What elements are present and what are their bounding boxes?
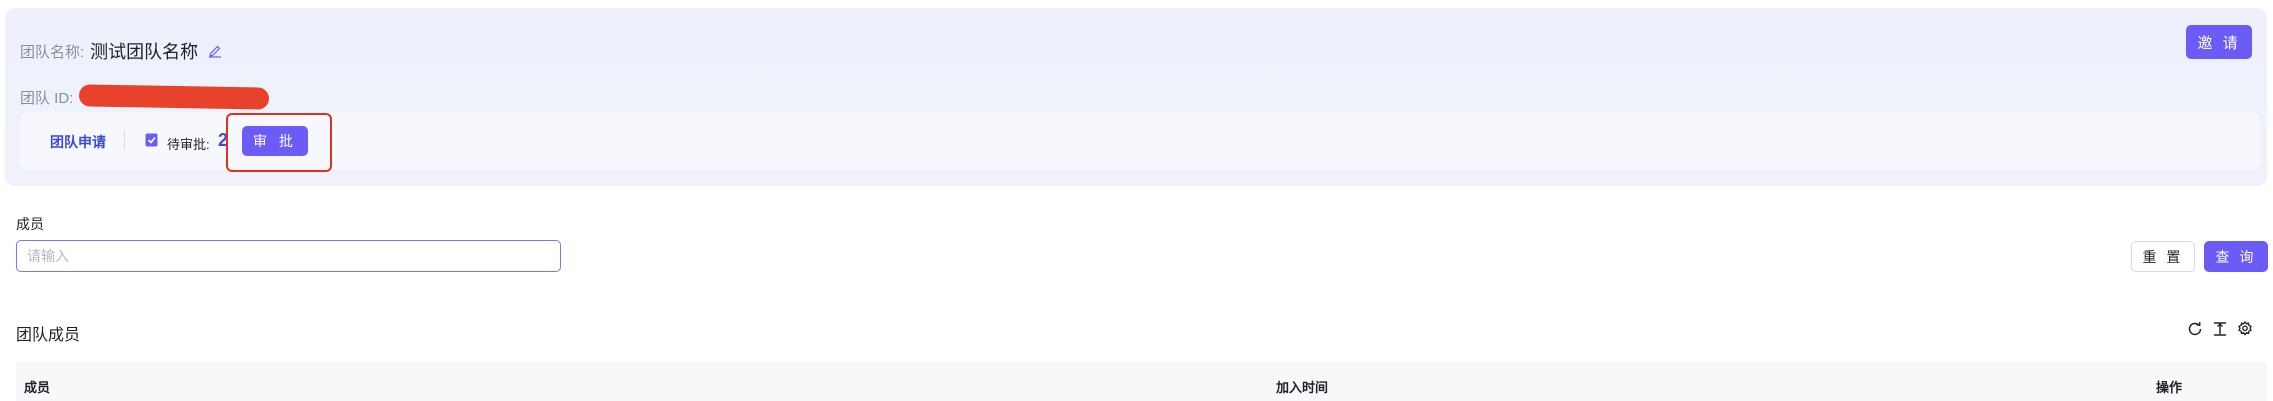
reset-button[interactable]: 重 置 — [2131, 241, 2195, 272]
approve-highlight-box — [226, 113, 332, 172]
edit-icon[interactable] — [208, 44, 222, 58]
redacted-team-id — [79, 84, 270, 110]
column-header-actions: 操作 — [2156, 380, 2183, 395]
team-info-card: 团队名称: 测试团队名称 团队 ID: 邀 请 团队申请 待审批: 2 审 批 — [5, 8, 2267, 186]
column-height-icon[interactable] — [2211, 320, 2229, 338]
members-table-header: 成员 加入时间 操作 — [16, 362, 2267, 401]
member-search-input[interactable] — [16, 240, 561, 272]
member-filter-label: 成员 — [16, 216, 44, 232]
team-members-title: 团队成员 — [16, 327, 81, 344]
column-header-member: 成员 — [24, 380, 51, 395]
team-id-label: 团队 ID: — [20, 89, 74, 107]
team-application-link[interactable]: 团队申请 — [50, 132, 106, 152]
team-name-value: 测试团队名称 — [90, 42, 199, 62]
team-id-row: 团队 ID: — [20, 84, 270, 110]
team-name-row: 团队名称: 测试团队名称 — [20, 38, 222, 64]
column-header-join-time: 加入时间 — [1276, 380, 1329, 395]
invite-button[interactable]: 邀 请 — [2186, 25, 2252, 59]
pending-approval-label: 待审批: — [167, 137, 210, 152]
team-application-strip: 团队申请 待审批: 2 审 批 — [20, 112, 2260, 170]
divider — [124, 130, 125, 150]
query-button[interactable]: 查 询 — [2204, 241, 2268, 272]
refresh-icon[interactable] — [2186, 320, 2204, 338]
settings-icon[interactable] — [2236, 320, 2254, 338]
team-name-label: 团队名称: — [20, 43, 85, 61]
pending-approval-icon — [145, 133, 158, 147]
